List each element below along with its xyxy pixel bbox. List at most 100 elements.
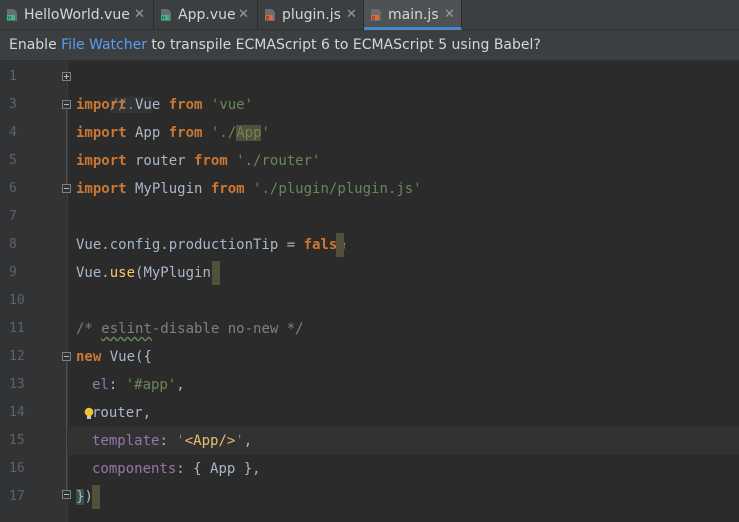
keyword: from: [168, 125, 203, 141]
fold-guide: [66, 362, 67, 490]
method-name: use: [109, 265, 136, 281]
fold-collapse-icon[interactable]: [62, 100, 71, 109]
punctuation: ,: [243, 433, 253, 449]
code-line-8: Vue.config.productionTip = false: [76, 231, 346, 259]
code-line-13: el: '#app',: [92, 371, 185, 399]
ide-window: { "tabs": [ {"label": "HelloWorld.vue", …: [0, 0, 739, 522]
code-line-6: import MyPlugin from './plugin/plugin.js…: [76, 175, 422, 203]
line-number: 4: [9, 125, 17, 140]
code-line-14: router,: [92, 399, 151, 427]
line-number: 9: [9, 265, 17, 280]
keyword: new: [76, 349, 102, 365]
punctuation: :: [159, 433, 177, 449]
identifier: Vue: [126, 97, 169, 113]
svg-text:JS: JS: [371, 16, 376, 21]
line-number: 10: [9, 293, 25, 308]
identifier: router,: [92, 405, 152, 421]
vue-file-icon: H: [7, 9, 17, 22]
keyword: import: [76, 181, 127, 197]
punctuation: :: [108, 377, 126, 393]
code-line-17: }): [76, 483, 100, 511]
line-number: 11: [9, 321, 25, 336]
string-quote: ': [176, 433, 185, 449]
tab-main-js[interactable]: JS main.js ✕: [364, 0, 462, 30]
line-number: 12: [9, 349, 25, 364]
close-icon[interactable]: ✕: [134, 0, 145, 30]
code-line-1: //...: [76, 63, 152, 113]
tab-plugin-js[interactable]: JS plugin.js ✕: [258, 0, 364, 30]
line-number: 14: [9, 405, 25, 420]
babel-notification-bar: Enable File Watcher to transpile ECMAScr…: [0, 30, 739, 61]
js-file-icon: JS: [265, 9, 275, 21]
notification-message: to transpile ECMAScript 6 to ECMAScript …: [146, 37, 541, 53]
tab-label: main.js: [388, 7, 439, 23]
comment: -disable no-new */: [151, 321, 304, 337]
keyword: import: [76, 97, 127, 113]
identifier: Vue.: [76, 265, 110, 281]
expression: Vue.config.productionTip =: [76, 237, 304, 253]
keyword: from: [194, 153, 228, 169]
string-literal-highlight: App: [236, 125, 262, 141]
string-literal: './: [210, 125, 237, 141]
fold-collapse-icon[interactable]: [62, 352, 71, 361]
js-file-icon: JS: [371, 9, 381, 21]
code-line-16: components: { App },: [92, 455, 261, 483]
text-cursor: [212, 261, 220, 285]
expression: : { App },: [176, 461, 261, 477]
code-line-11: /* eslint-disable no-new */: [76, 315, 304, 343]
line-number: 16: [9, 461, 25, 476]
tab-label: App.vue: [178, 7, 236, 23]
comment: /*: [76, 321, 102, 337]
close-icon[interactable]: ✕: [238, 0, 249, 30]
code-line-3: import Vue from 'vue': [76, 91, 253, 119]
keyword: import: [76, 153, 127, 169]
code-line-4: import App from './App': [76, 119, 270, 147]
code-line-9: Vue.use(MyPlugin): [76, 259, 220, 287]
string-literal: '#app': [125, 377, 177, 393]
line-number: 6: [9, 181, 17, 196]
tab-label: HelloWorld.vue: [24, 7, 130, 23]
keyword: from: [210, 181, 245, 197]
call-args: (MyPlugin): [135, 265, 220, 281]
code-line-15: template: '<App/>',: [92, 427, 252, 455]
close-icon[interactable]: ✕: [444, 0, 455, 30]
fold-collapse-icon[interactable]: [62, 184, 71, 193]
fold-expand-icon[interactable]: [62, 72, 71, 81]
svg-text:JS: JS: [265, 16, 270, 21]
file-watcher-link[interactable]: File Watcher: [61, 37, 147, 53]
string-literal: ': [261, 125, 270, 141]
expression: Vue({: [101, 349, 152, 365]
code-line-5: import router from './router': [76, 147, 320, 175]
code-line-12: new Vue({: [76, 343, 152, 371]
line-number: 17: [9, 489, 25, 504]
tab-helloworld-vue[interactable]: H HelloWorld.vue ✕: [0, 0, 154, 30]
identifier: MyPlugin: [126, 181, 211, 197]
punctuation: ,: [176, 377, 185, 393]
line-number: 15: [9, 433, 25, 448]
string-literal: 'vue': [210, 97, 254, 113]
text-cursor: [92, 485, 100, 509]
tab-label: plugin.js: [282, 7, 341, 23]
identifier: router: [126, 153, 195, 169]
template-tag: <App/>: [184, 433, 236, 449]
close-icon[interactable]: ✕: [346, 0, 357, 30]
fold-collapse-icon[interactable]: [62, 490, 71, 499]
string-literal: './router': [236, 153, 321, 169]
identifier: App: [126, 125, 169, 141]
fold-guide: [66, 110, 67, 186]
line-number: 5: [9, 153, 17, 168]
svg-text:H: H: [8, 16, 11, 22]
editor-tab-bar: H HelloWorld.vue ✕ H App.vue ✕ JS plugin…: [0, 0, 739, 30]
string-quote: ': [235, 433, 244, 449]
notification-prefix: Enable: [9, 37, 62, 53]
vue-file-icon: H: [161, 9, 171, 22]
line-number: 7: [9, 209, 17, 224]
svg-text:H: H: [162, 16, 165, 22]
line-number: 1: [9, 69, 17, 84]
property-key: components: [92, 461, 177, 477]
tab-app-vue[interactable]: H App.vue ✕: [154, 0, 258, 30]
